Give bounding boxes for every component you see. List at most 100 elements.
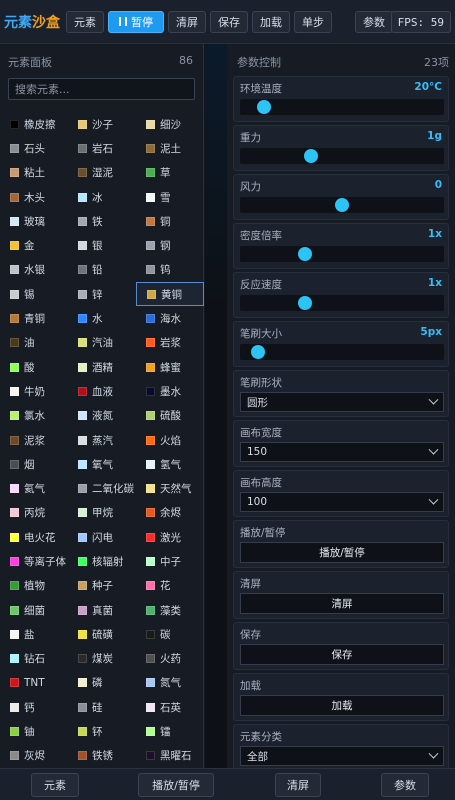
element-item[interactable]: 水银 [0,258,68,282]
save-button[interactable]: 保存 [210,10,248,33]
slider-thumb[interactable] [257,100,272,114]
canvas-width-select[interactable]: 150 [240,442,444,462]
element-item[interactable]: 碳 [136,622,204,646]
slider-thumb[interactable] [304,149,319,163]
wind-slider[interactable] [240,197,444,213]
element-item[interactable]: 盐 [0,622,68,646]
element-item[interactable]: 核辐射 [68,549,136,573]
density-slider[interactable] [240,246,444,262]
step-button[interactable]: 单步 [294,10,332,33]
element-item[interactable]: 黄铜 [136,282,204,307]
element-item[interactable]: 火焰 [136,428,204,452]
element-item[interactable]: 氮气 [136,671,204,695]
element-item[interactable]: 细沙 [136,112,204,136]
element-item[interactable]: 种子 [68,574,136,598]
element-item[interactable]: 钢 [136,233,204,257]
canvas-height-select[interactable]: 100 [240,492,444,512]
pause-button[interactable]: 暂停 [108,10,164,33]
element-item[interactable]: 灰烬 [0,744,68,768]
element-item[interactable]: 墨水 [136,379,204,403]
brush-size-slider[interactable] [240,344,444,360]
load-action-button[interactable]: 加载 [240,695,444,716]
element-item[interactable]: 油 [0,331,68,355]
element-item[interactable]: 天然气 [136,476,204,500]
element-item[interactable]: 沙子 [68,112,136,136]
category-select[interactable]: 全部 [240,746,444,766]
element-item[interactable]: 水 [68,306,136,330]
clear-action-button[interactable]: 清屏 [240,593,444,614]
element-item[interactable]: 细菌 [0,598,68,622]
element-item[interactable]: 二氧化碳 [68,476,136,500]
element-item[interactable]: 氢气 [136,452,204,476]
simulation-canvas[interactable] [205,44,227,768]
save-action-button[interactable]: 保存 [240,644,444,665]
bottom-elements-button[interactable]: 元素 [31,773,79,797]
element-item[interactable]: 血液 [68,379,136,403]
element-item[interactable]: 草 [136,161,204,185]
element-item[interactable]: TNT [0,671,68,695]
params-button[interactable]: 参数 [355,11,393,33]
element-item[interactable]: 石头 [0,136,68,160]
element-item[interactable]: 磷 [68,671,136,695]
element-item[interactable]: 铀 [0,719,68,743]
bottom-params-button[interactable]: 参数 [381,773,429,797]
element-item[interactable]: 石英 [136,695,204,719]
element-item[interactable]: 湿泥 [68,161,136,185]
element-item[interactable]: 岩浆 [136,331,204,355]
temperature-slider[interactable] [240,99,444,115]
element-item[interactable]: 冰 [68,185,136,209]
element-item[interactable]: 酸 [0,355,68,379]
element-item[interactable]: 玻璃 [0,209,68,233]
element-item[interactable]: 铜 [136,209,204,233]
element-item[interactable]: 锌 [68,282,136,306]
slider-thumb[interactable] [335,198,349,212]
element-item[interactable]: 黑曜石 [136,744,204,768]
elements-button[interactable]: 元素 [66,10,104,33]
bottom-clear-button[interactable]: 清屏 [275,773,321,797]
slider-thumb[interactable] [298,247,313,261]
element-item[interactable]: 金 [0,233,68,257]
element-item[interactable]: 牛奶 [0,379,68,403]
element-item[interactable]: 氦气 [0,476,68,500]
element-item[interactable]: 硫酸 [136,404,204,428]
brush-shape-select[interactable]: 圆形 [240,392,444,412]
element-item[interactable]: 火药 [136,647,204,671]
clear-button[interactable]: 清屏 [168,10,206,33]
element-item[interactable]: 铅 [68,258,136,282]
element-item[interactable]: 液氮 [68,404,136,428]
element-item[interactable]: 硫磺 [68,622,136,646]
element-item[interactable]: 闪电 [68,525,136,549]
element-item[interactable]: 泥土 [136,136,204,160]
element-item[interactable]: 藻类 [136,598,204,622]
element-item[interactable]: 氧气 [68,452,136,476]
load-button[interactable]: 加载 [252,10,290,33]
element-item[interactable]: 岩石 [68,136,136,160]
element-item[interactable]: 煤炭 [68,647,136,671]
element-item[interactable]: 激光 [136,525,204,549]
element-item[interactable]: 电火花 [0,525,68,549]
element-item[interactable]: 银 [68,233,136,257]
element-item[interactable]: 钚 [68,719,136,743]
play-pause-button[interactable]: 播放/暂停 [240,542,444,563]
slider-thumb[interactable] [298,296,313,310]
element-item[interactable]: 雪 [136,185,204,209]
element-item[interactable]: 植物 [0,574,68,598]
element-item[interactable]: 青铜 [0,306,68,330]
element-item[interactable]: 钻石 [0,647,68,671]
element-item[interactable]: 铁锈 [68,744,136,768]
element-item[interactable]: 海水 [136,306,204,330]
element-item[interactable]: 氯水 [0,404,68,428]
element-item[interactable]: 真菌 [68,598,136,622]
element-item[interactable]: 等离子体 [0,549,68,573]
element-item[interactable]: 余烬 [136,501,204,525]
element-item[interactable]: 烟 [0,452,68,476]
bottom-play-pause-button[interactable]: 播放/暂停 [138,773,214,797]
element-item[interactable]: 铁 [68,209,136,233]
element-item[interactable]: 甲烷 [68,501,136,525]
element-item[interactable]: 泥浆 [0,428,68,452]
element-item[interactable]: 蜂蜜 [136,355,204,379]
element-item[interactable]: 钨 [136,258,204,282]
element-item[interactable]: 锡 [0,282,68,306]
element-item[interactable]: 镭 [136,719,204,743]
slider-thumb[interactable] [251,345,266,359]
